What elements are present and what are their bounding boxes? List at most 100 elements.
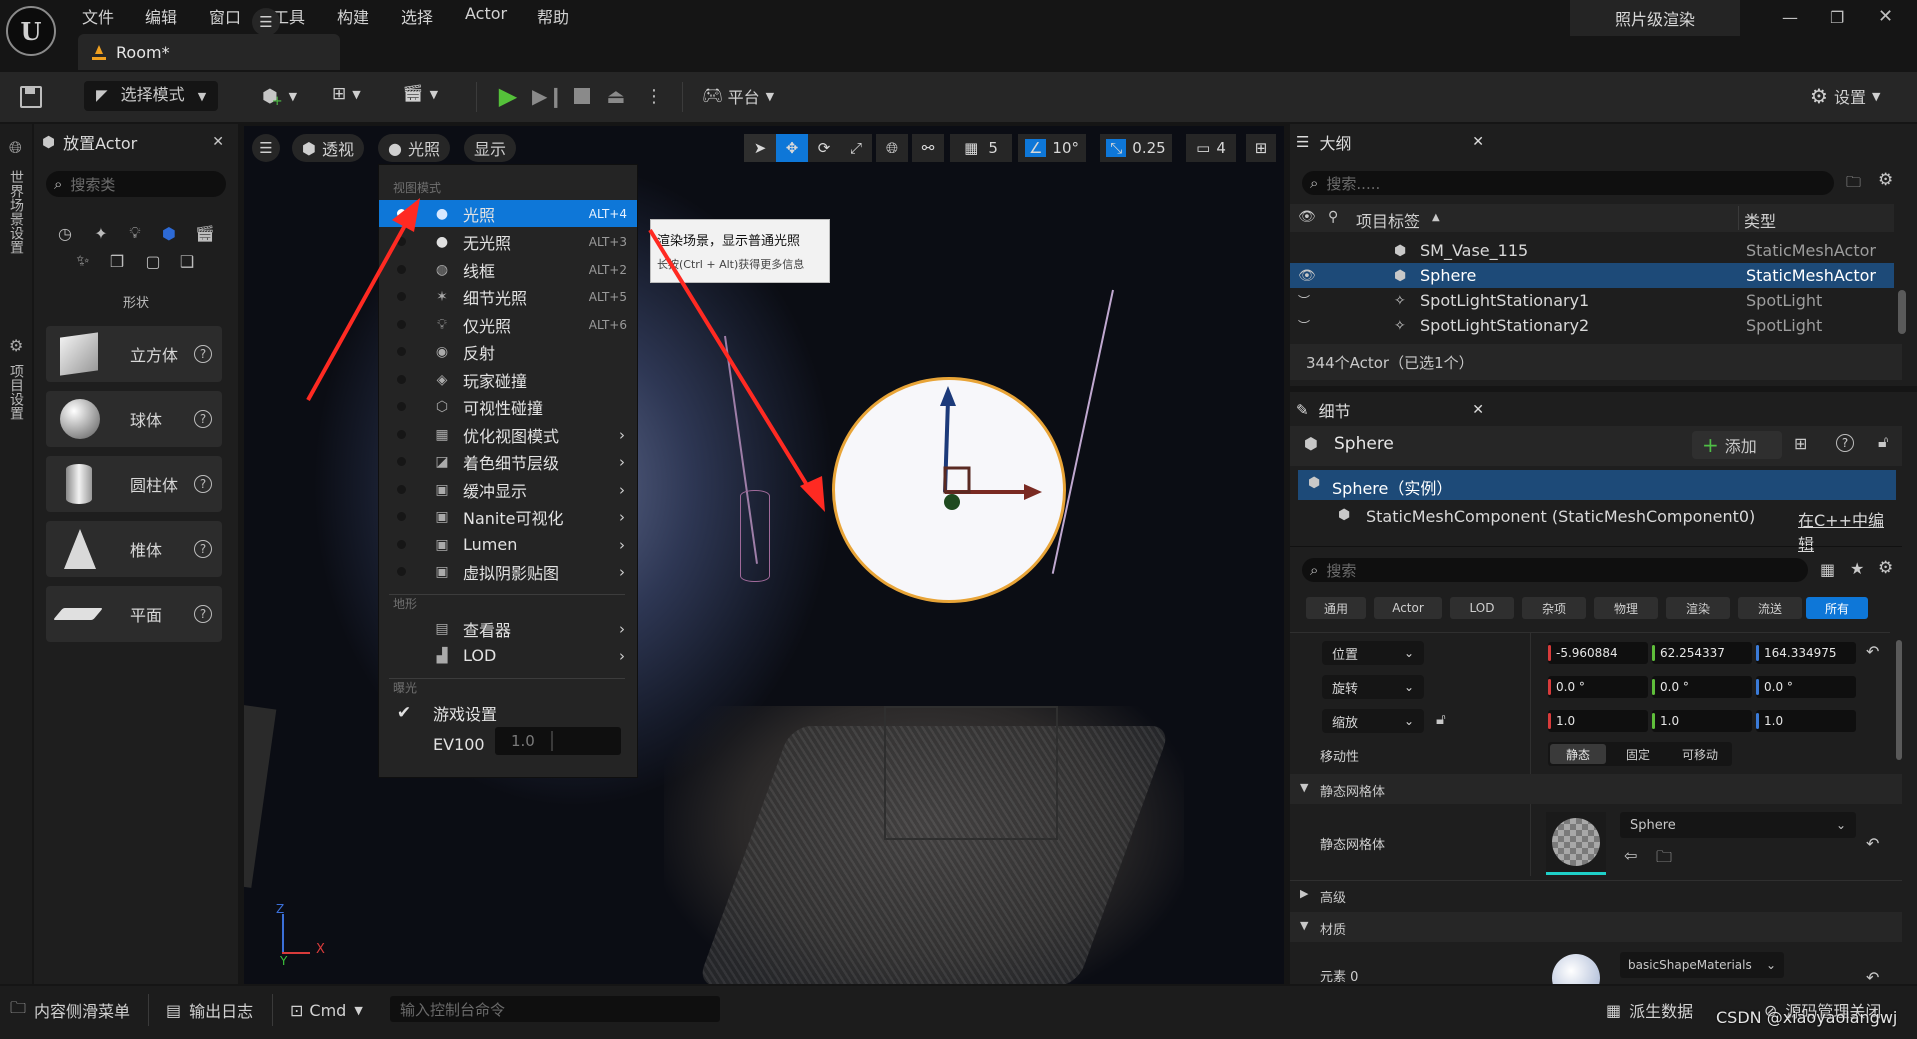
outliner-scrollbar[interactable]	[1898, 290, 1906, 334]
details-search-input[interactable]: ⌕ 搜索	[1302, 558, 1808, 582]
viewport-options-button[interactable]: ☰	[252, 8, 280, 36]
mobility-static-option[interactable]: 静态	[1550, 744, 1606, 764]
show-button[interactable]: 显示	[464, 134, 517, 162]
lock-icon[interactable]: 🔓︎	[1878, 432, 1888, 452]
basic-icon[interactable]: ✦	[88, 220, 114, 246]
perspective-button[interactable]: ⬢ 透视	[292, 134, 364, 162]
component-row[interactable]: ⬢ StaticMeshComponent (StaticMeshCompone…	[1298, 502, 1896, 554]
location-mode-dropdown[interactable]: 位置 ⌄	[1322, 641, 1424, 665]
location-z-field[interactable]: 164.334975	[1756, 642, 1856, 664]
mobility-movable-option[interactable]: 可移动	[1670, 744, 1730, 764]
static-mesh-section-header[interactable]: ▼ 静态网格体	[1290, 774, 1902, 804]
viewport-layout-button[interactable]: ⊞	[1246, 134, 1276, 162]
grid-snap-button[interactable]: ▦ 5	[950, 134, 1012, 162]
close-icon[interactable]: ✕	[212, 134, 224, 150]
output-log-button[interactable]: ▤ 输出日志	[166, 996, 253, 1024]
visual-effects-icon[interactable]: ✨︎	[70, 248, 96, 274]
material-thumbnail[interactable]	[1546, 950, 1606, 984]
advance-frame-button[interactable]: ▶❙	[532, 82, 564, 110]
cinematic-icon[interactable]: 🎬︎	[192, 220, 218, 246]
add-component-button[interactable]: + 添加	[1692, 431, 1782, 459]
column-type[interactable]: 类型	[1744, 208, 1776, 232]
recent-icon[interactable]: ◷	[52, 220, 78, 246]
hidden-eye-icon[interactable]: ︶	[1298, 317, 1310, 334]
scale-y-field[interactable]: 1.0	[1652, 710, 1752, 732]
blueprint-button[interactable]: ⊞ ▼	[332, 84, 361, 104]
camera-speed-button[interactable]: ▭ 4	[1186, 134, 1236, 162]
static-mesh-thumbnail[interactable]	[1546, 812, 1606, 875]
scale-x-field[interactable]: 1.0	[1548, 710, 1648, 732]
shape-item-cube[interactable]: 立方体 ?	[46, 326, 222, 382]
viewport-menu-button[interactable]: ☰	[252, 134, 280, 162]
location-x-field[interactable]: -5.960884	[1548, 642, 1648, 664]
favorite-star-icon[interactable]: ★	[1850, 559, 1864, 578]
help-icon[interactable]: ?	[194, 605, 212, 623]
help-icon[interactable]: ?	[194, 475, 212, 493]
select-mode-button[interactable]: ◤ 选择模式 ▼	[84, 81, 219, 111]
scale-mode-dropdown[interactable]: 缩放 ⌄	[1322, 709, 1424, 733]
category-general[interactable]: 通用	[1306, 597, 1366, 619]
materials-section-header[interactable]: ▼ 材质	[1290, 912, 1902, 942]
static-mesh-picker[interactable]: Sphere ⌄	[1620, 812, 1856, 838]
view-mode-virtual-shadow-map[interactable]: ▣ 虚拟阴影贴图 ›	[379, 558, 637, 585]
document-tab-room[interactable]: Room*	[78, 34, 340, 70]
play-options-button[interactable]: ⋮	[640, 82, 668, 110]
restore-icon[interactable]: ❐	[1830, 8, 1844, 27]
console-command-input[interactable]: 输入控制台命令	[390, 996, 720, 1022]
select-tool-button[interactable]: ➤	[744, 134, 776, 162]
menu-edit[interactable]: 编辑	[145, 4, 177, 28]
advanced-section-header[interactable]: ▶ 高级	[1290, 880, 1902, 911]
translate-tool-button[interactable]: ✥	[776, 134, 808, 162]
close-window-icon[interactable]: ✕	[1878, 6, 1893, 27]
help-icon[interactable]: ?	[194, 540, 212, 558]
reset-icon[interactable]: ↶	[1866, 834, 1879, 853]
edit-cpp-link[interactable]: 在C++中编辑	[1798, 507, 1896, 555]
pin-column-icon[interactable]: ⚲	[1328, 209, 1338, 225]
column-label[interactable]: 项目标签	[1356, 208, 1420, 232]
view-mode-lumen[interactable]: ▣ Lumen ›	[379, 531, 637, 558]
component-instance-row[interactable]: ⬢ Sphere（实例）	[1298, 470, 1896, 500]
place-actor-header[interactable]: ⬢ 放置Actor ✕	[34, 126, 238, 158]
shape-item-sphere[interactable]: 球体 ?	[46, 391, 222, 447]
add-content-button[interactable]: ⬢ + ▼	[262, 84, 297, 109]
terrain-viewer[interactable]: ▤ 查看器 ›	[379, 615, 637, 642]
game-settings-toggle[interactable]: ✔ 游戏设置	[379, 699, 637, 726]
category-streaming[interactable]: 流送	[1738, 597, 1802, 619]
cinematics-button[interactable]: 🎬︎ ▼	[402, 84, 438, 104]
help-icon[interactable]: ?	[194, 345, 212, 363]
stop-button[interactable]	[568, 82, 596, 110]
visibility-eye-icon[interactable]: 👁︎	[1298, 268, 1316, 284]
mobility-stationary-option[interactable]: 固定	[1610, 744, 1666, 764]
view-mode-button[interactable]: ● 光照	[378, 134, 450, 162]
menu-select[interactable]: 选择	[401, 4, 433, 28]
menu-file[interactable]: 文件	[82, 4, 114, 28]
rotate-tool-button[interactable]: ⟳	[808, 134, 840, 162]
table-view-icon[interactable]: ▦	[1820, 560, 1835, 579]
close-icon[interactable]: ✕	[1472, 134, 1484, 150]
terrain-lod[interactable]: ▟ LOD ›	[379, 642, 637, 669]
world-local-button[interactable]: 🌐︎	[876, 134, 908, 162]
gear-icon[interactable]: ⚙	[1878, 170, 1893, 190]
category-misc[interactable]: 杂项	[1522, 597, 1586, 619]
category-actor[interactable]: Actor	[1374, 597, 1442, 619]
minimize-icon[interactable]: —	[1782, 8, 1798, 27]
reset-icon[interactable]: ↶	[1866, 968, 1879, 987]
tab-project-settings[interactable]: 项目设置	[6, 364, 26, 420]
reset-icon[interactable]: ↶	[1866, 642, 1879, 661]
outliner-tab[interactable]: ☰ 大纲 ✕	[1294, 126, 1494, 158]
menu-help[interactable]: 帮助	[537, 4, 569, 28]
help-icon[interactable]: ?	[194, 410, 212, 428]
location-y-field[interactable]: 62.254337	[1652, 642, 1752, 664]
surface-snap-button[interactable]: ⚯	[912, 134, 944, 162]
blueprint-icon[interactable]: ⊞	[1794, 434, 1807, 453]
settings-button[interactable]: ⚙ 设置 ▼	[1810, 84, 1880, 108]
scale-snap-button[interactable]: ⤡ 0.25	[1100, 134, 1172, 162]
all-classes-icon[interactable]: ❑	[174, 248, 200, 274]
platform-button[interactable]: 🎮︎ 平台 ▼	[702, 84, 774, 108]
rotation-y-field[interactable]: 0.0 °	[1652, 676, 1752, 698]
outliner-row[interactable]: ⬢ SM_Vase_115 StaticMeshActor	[1290, 238, 1894, 263]
cmd-dropdown[interactable]: ⊡ Cmd ▼	[290, 996, 363, 1024]
hidden-eye-icon[interactable]: ︶	[1298, 292, 1310, 309]
browse-folder-icon[interactable]: 🗀︎	[1656, 846, 1672, 873]
outliner-row-selected[interactable]: 👁︎ ⬢ Sphere StaticMeshActor	[1290, 263, 1894, 288]
